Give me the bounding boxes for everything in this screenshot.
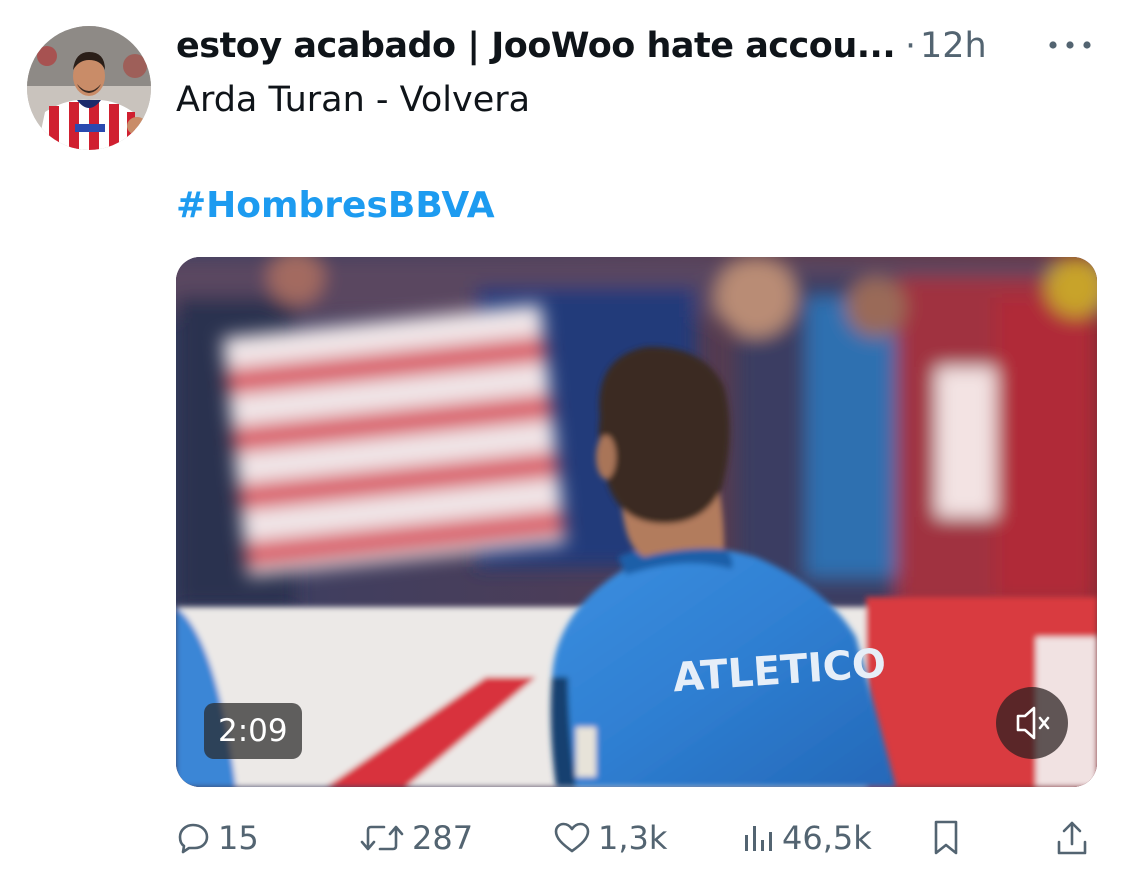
- repost-icon: [360, 825, 404, 851]
- bookmark-icon: [934, 820, 958, 855]
- more-horizontal-icon: [1049, 41, 1091, 49]
- like-button[interactable]: 1,3k: [552, 808, 667, 868]
- reply-button[interactable]: 15: [176, 808, 259, 868]
- avatar[interactable]: [27, 26, 151, 150]
- views-count: 46,5k: [782, 819, 872, 857]
- mute-toggle-button[interactable]: [996, 687, 1068, 759]
- repost-count: 287: [412, 819, 474, 857]
- video-duration: 2:09: [204, 703, 302, 759]
- avatar-image: [27, 26, 151, 150]
- speaker-muted-icon: [1016, 706, 1050, 740]
- share-button[interactable]: [1054, 808, 1090, 868]
- reply-icon: [178, 823, 209, 854]
- analytics-icon: [745, 826, 772, 851]
- time-separator: ·: [905, 26, 916, 66]
- like-count: 1,3k: [598, 819, 668, 857]
- tweet-actions: 15 287 1,3k 46,5k: [176, 808, 1097, 868]
- more-button[interactable]: [1045, 30, 1095, 60]
- heart-icon: [554, 822, 590, 853]
- repost-button[interactable]: 287: [358, 808, 473, 868]
- bookmark-button[interactable]: [928, 808, 964, 868]
- share-icon: [1057, 821, 1087, 855]
- tweet-text: Arda Turan - Volvera: [176, 80, 531, 120]
- views-button[interactable]: 46,5k: [742, 808, 872, 868]
- video-frame: ATLETICO: [176, 257, 1097, 787]
- author-name[interactable]: estoy acabado | JooWoo hate accou...: [176, 26, 896, 66]
- timestamp[interactable]: 12h: [920, 26, 987, 66]
- hashtag-link[interactable]: #HombresBBVA: [176, 180, 495, 232]
- video-player[interactable]: ATLETICO 2:09: [176, 257, 1097, 787]
- tweet-header: estoy acabado | JooWoo hate accou... · 1…: [176, 18, 1096, 74]
- reply-count: 15: [218, 819, 259, 857]
